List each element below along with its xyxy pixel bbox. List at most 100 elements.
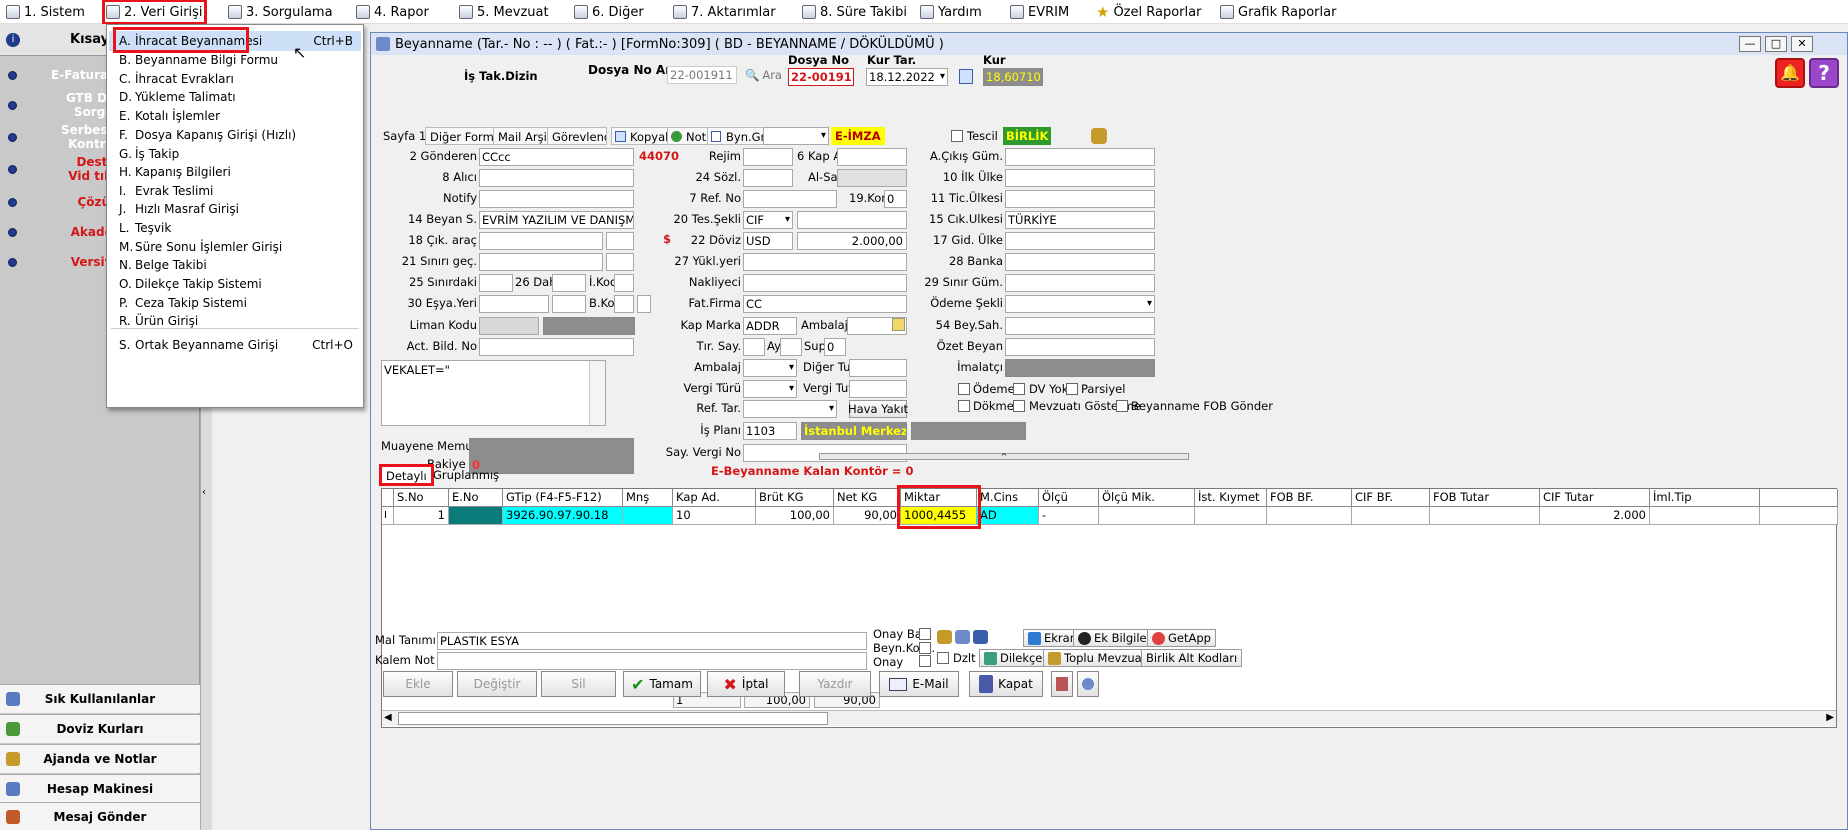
kap-marka-input[interactable]: ADDR [743, 317, 797, 335]
e-imza-button[interactable]: E-İMZA [831, 127, 885, 145]
dilekce-button[interactable]: Dilekçe [979, 649, 1048, 667]
grid-header[interactable]: S.No [394, 489, 449, 507]
dropdown-item[interactable]: H. Kapanış Bilgileri [109, 162, 361, 182]
users-icon[interactable] [937, 630, 952, 644]
menu-evrim[interactable]: EVRIM [1008, 2, 1071, 22]
menu-ozel-raporlar[interactable]: ★ Özel Raporlar [1094, 2, 1203, 22]
dropdown-item[interactable]: C. İhracat Evrakları [109, 69, 361, 89]
menu-rapor[interactable]: 4. Rapor [354, 2, 431, 22]
tes-sekli-select[interactable]: CIF [743, 211, 793, 229]
grid-header[interactable]: İst. Kıymet [1195, 489, 1267, 507]
cik-arac-code[interactable] [606, 232, 634, 250]
bottom-doviz-kurlari[interactable]: Doviz Kurları [0, 714, 200, 743]
tes-sekli-desc[interactable] [797, 211, 907, 229]
mevzuati-gosterme-checkbox[interactable] [1013, 400, 1025, 412]
cell-cif-bf[interactable] [1352, 507, 1430, 525]
liman-kodu-input[interactable] [479, 317, 539, 335]
esya-yeri-input[interactable] [479, 295, 549, 313]
ref-tar-select[interactable] [743, 400, 837, 418]
odeme-sekli-select[interactable] [1005, 295, 1155, 313]
menu-diger[interactable]: 6. Diğer [572, 2, 646, 22]
ozet-beyan-input[interactable] [1005, 338, 1155, 356]
sil-button[interactable]: Sil [541, 671, 616, 697]
dropdown-item[interactable]: M. Süre Sonu İşlemler Girişi [109, 237, 361, 257]
bottom-hesap-makinesi[interactable]: Hesap Makinesi [0, 774, 200, 803]
menu-aktarimlar[interactable]: 7. Aktarımlar [671, 2, 778, 22]
dosya-no-ara-input[interactable]: 22-001911 [667, 66, 737, 84]
cell-ist-kiymet[interactable] [1195, 507, 1267, 525]
print-icon[interactable] [955, 630, 970, 644]
vergi-turu-select[interactable] [743, 380, 797, 398]
grid-header[interactable]: Net KG [834, 489, 901, 507]
help-icon[interactable]: ? [1809, 58, 1839, 88]
yazdir-button[interactable]: Yazdır [799, 671, 871, 697]
dropdown-item[interactable]: G. İş Takip [109, 144, 361, 164]
cik-arac-input[interactable] [479, 232, 603, 250]
menu-sure-takibi[interactable]: 8. Süre Takibi [800, 2, 909, 22]
ambalaj-select[interactable] [743, 359, 797, 377]
dropdown-item[interactable]: B. Beyanname Bilgi Formu [109, 50, 361, 70]
fat-firma-input[interactable]: CC [743, 295, 907, 313]
kont-input[interactable]: 0 [884, 190, 907, 208]
gid-ulke-input[interactable] [1005, 232, 1155, 250]
cikis-gum-input[interactable] [1005, 148, 1155, 166]
kap-a-input[interactable] [837, 148, 907, 166]
tic-ulkesi-input[interactable] [1005, 190, 1155, 208]
dropdown-item[interactable]: O. Dilekçe Takip Sistemi [109, 274, 361, 294]
row-indicator[interactable]: I [382, 507, 394, 525]
grid-header[interactable]: İml.Tip [1650, 489, 1760, 507]
report-icon-button[interactable] [1051, 671, 1073, 697]
esya-yeri-code[interactable] [552, 295, 586, 313]
menu-sorgulama[interactable]: 3. Sorgulama [226, 2, 335, 22]
cell-eno[interactable] [449, 507, 503, 525]
ilk-ulke-input[interactable] [1005, 169, 1155, 187]
dropdown-item[interactable]: I. Evrak Teslimi [109, 181, 361, 201]
grid-hscrollbar[interactable]: ◀ ▶ [382, 710, 1836, 726]
dahili-input[interactable] [552, 274, 586, 292]
sozl-input[interactable] [743, 169, 793, 187]
grid-header[interactable]: GTip (F4-F5-F12) [503, 489, 623, 507]
notes-scrollbar[interactable] [589, 361, 605, 425]
extra-icon-button[interactable] [1077, 671, 1099, 697]
beyan-s-input[interactable]: EVRİM YAZILIM VE DANIŞMANLIK [479, 211, 634, 229]
iptal-button[interactable]: ✖ İptal [707, 671, 785, 697]
byn-grn-select[interactable] [763, 127, 829, 145]
rejim-input[interactable] [743, 148, 793, 166]
grid-header[interactable]: FOB BF. [1267, 489, 1352, 507]
dzlt-checkbox[interactable] [937, 652, 949, 664]
cell-kap-ad[interactable]: 10 [673, 507, 756, 525]
onay-bas-checkbox[interactable] [919, 628, 931, 640]
cell-extra[interactable] [1760, 507, 1838, 525]
sinir-gum-input[interactable] [1005, 274, 1155, 292]
getapp-button[interactable]: GetApp [1147, 629, 1216, 647]
menu-yardim[interactable]: Yardım [918, 2, 984, 22]
dropdown-item[interactable]: P. Ceza Takip Sistemi [109, 293, 361, 313]
minimize-button[interactable]: — [1739, 36, 1761, 52]
dropdown-item[interactable]: J. Hızlı Masraf Girişi [109, 199, 361, 219]
menu-mevzuat[interactable]: 5. Mevzuat [457, 2, 551, 22]
grid-header[interactable]: Mnş [623, 489, 673, 507]
i-kod-input[interactable] [614, 274, 634, 292]
menu-grafik-raporlar[interactable]: Grafik Raporlar [1218, 2, 1338, 22]
nakliyeci-input[interactable] [743, 274, 907, 292]
sinirdaki-input[interactable] [479, 274, 513, 292]
birlik-alt-kodlari-button[interactable]: Birlik Alt Kodları [1141, 649, 1243, 667]
b-kod-input[interactable] [614, 295, 634, 313]
dropdown-item[interactable]: L. Teşvik [109, 218, 361, 238]
tab-sayfa1[interactable]: Sayfa 1 [379, 127, 430, 145]
vekalet-notes-textarea[interactable]: VEKALET=" [381, 360, 606, 426]
users-icon[interactable] [1091, 128, 1107, 144]
toplu-mevzuat-button[interactable]: Toplu Mevzuat [1043, 649, 1152, 667]
gonderen-input[interactable]: CCcc [479, 148, 634, 166]
beyn-kont-checkbox[interactable] [919, 642, 931, 654]
grid-header[interactable]: FOB Tutar [1430, 489, 1540, 507]
grid-header[interactable]: Brüt KG [756, 489, 834, 507]
close-button[interactable]: ✕ [1791, 36, 1813, 52]
dropdown-item[interactable]: N. Belge Takibi [109, 255, 361, 275]
alici-input[interactable] [479, 169, 634, 187]
siniri-gec-input[interactable] [479, 253, 603, 271]
birlik-button[interactable]: BİRLİK [1003, 127, 1052, 145]
onay-checkbox[interactable] [919, 655, 931, 667]
siniri-gec-code[interactable] [606, 253, 634, 271]
ara-button[interactable]: 🔍 Ara [741, 66, 787, 84]
